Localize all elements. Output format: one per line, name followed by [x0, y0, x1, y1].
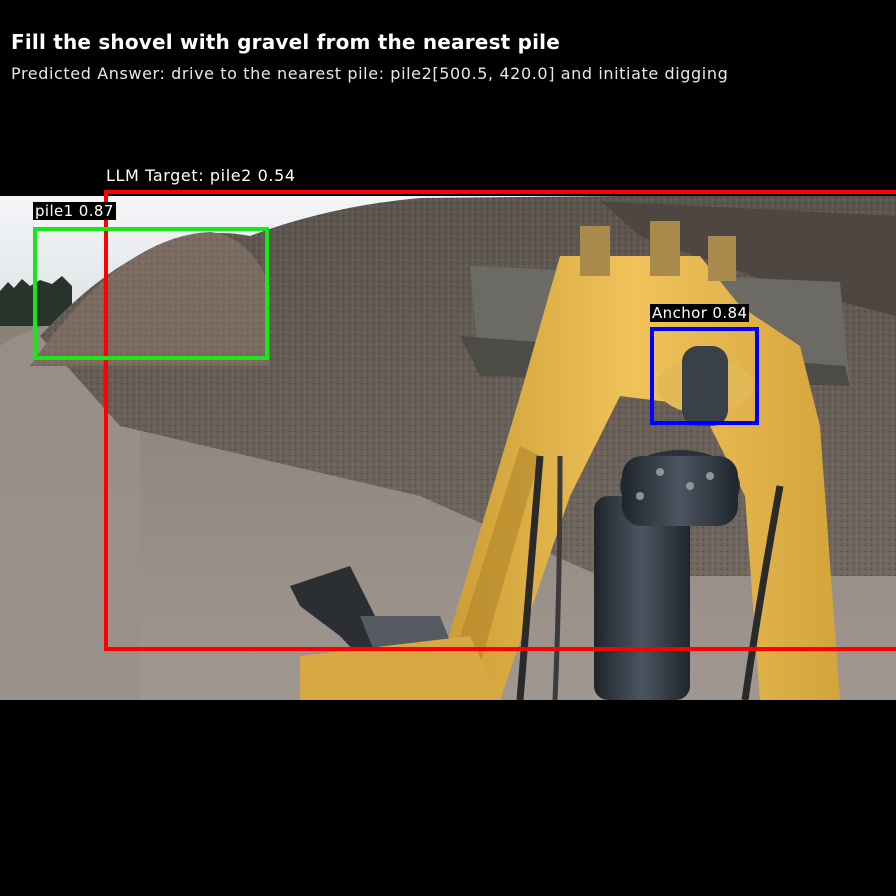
- anchor-label: Anchor 0.84: [650, 304, 750, 322]
- predicted-answer: Predicted Answer: drive to the nearest p…: [11, 64, 729, 83]
- pile1-detection-box: [33, 227, 269, 360]
- pile1-label: pile1 0.87: [33, 202, 116, 220]
- llm-target-label: LLM Target: pile2 0.54: [106, 166, 296, 185]
- page-title: Fill the shovel with gravel from the nea…: [11, 30, 560, 54]
- anchor-detection-box: [650, 327, 759, 425]
